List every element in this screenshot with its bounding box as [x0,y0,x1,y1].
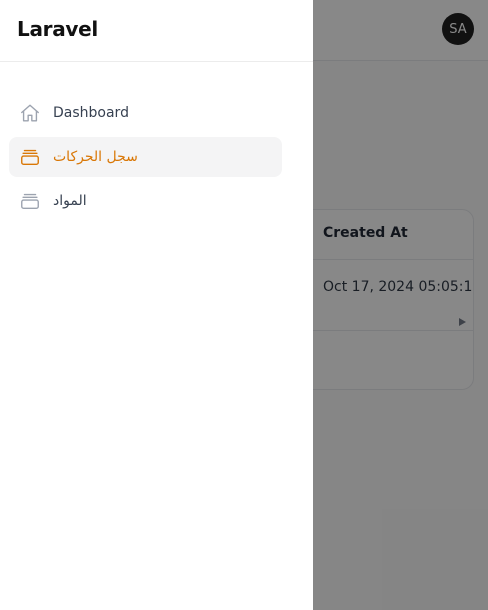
divider [0,61,313,62]
home-icon [19,102,41,124]
stack-icon [19,190,41,212]
brand-logo[interactable]: Laravel [17,17,98,41]
sidebar-drawer: Laravel Dashboard سجل الحركات المواد [0,0,313,610]
sidebar-item-movements-log[interactable]: سجل الحركات [9,137,282,177]
sidebar-item-label: Dashboard [53,105,129,121]
sidebar-item-label: سجل الحركات [53,149,138,165]
sidebar-item-dashboard[interactable]: Dashboard [9,93,282,133]
stack-icon [19,146,41,168]
sidebar-item-label: المواد [53,193,87,209]
sidebar-item-materials[interactable]: المواد [9,181,282,221]
